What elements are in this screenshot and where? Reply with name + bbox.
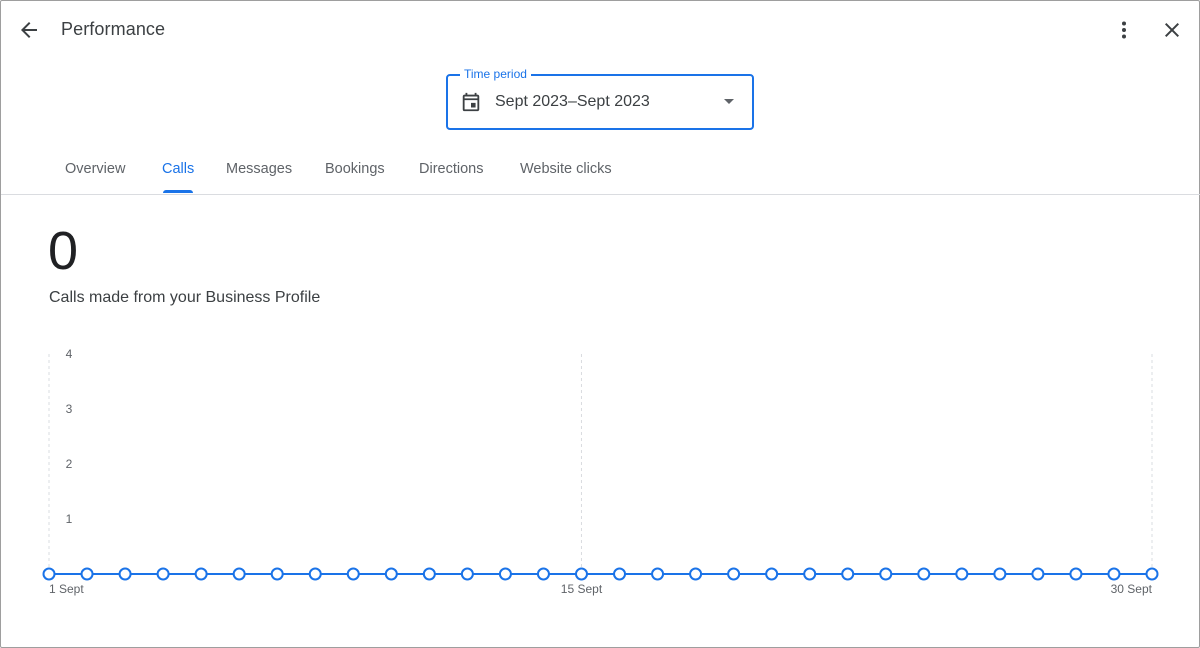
- data-point[interactable]: [879, 567, 893, 581]
- back-button[interactable]: [11, 12, 47, 48]
- data-point[interactable]: [689, 567, 703, 581]
- tab-website-clicks[interactable]: Website clicks: [520, 161, 612, 193]
- y-tick-label: 1: [66, 512, 73, 526]
- x-tick-label: 30 Sept: [1111, 582, 1153, 596]
- data-point[interactable]: [194, 567, 208, 581]
- data-point[interactable]: [308, 567, 322, 581]
- data-point[interactable]: [727, 567, 741, 581]
- dialog-header: Performance: [1, 1, 1200, 59]
- performance-dialog: Performance Time period Sept 2023–Sept 2…: [0, 0, 1200, 648]
- data-point[interactable]: [993, 567, 1007, 581]
- data-point[interactable]: [346, 567, 360, 581]
- y-tick-label: 2: [66, 457, 73, 471]
- data-point[interactable]: [156, 567, 170, 581]
- close-button[interactable]: [1154, 12, 1190, 48]
- data-point[interactable]: [118, 567, 132, 581]
- metric-tabs: Overview Calls Messages Bookings Directi…: [1, 149, 1200, 195]
- data-point[interactable]: [232, 567, 246, 581]
- calls-caption: Calls made from your Business Profile: [49, 289, 321, 306]
- tab-calls[interactable]: Calls: [162, 161, 194, 193]
- data-point[interactable]: [422, 567, 436, 581]
- tab-directions[interactable]: Directions: [419, 161, 483, 193]
- more-vert-icon: [1122, 21, 1126, 39]
- y-tick-label: 3: [66, 402, 73, 416]
- data-point[interactable]: [651, 567, 665, 581]
- data-point[interactable]: [765, 567, 779, 581]
- y-tick-label: 4: [66, 347, 73, 361]
- data-point[interactable]: [80, 567, 94, 581]
- data-point[interactable]: [1145, 567, 1159, 581]
- x-tick-label: 1 Sept: [49, 582, 84, 596]
- arrow-back-icon: [21, 22, 37, 38]
- data-point[interactable]: [1107, 567, 1121, 581]
- data-point[interactable]: [917, 567, 931, 581]
- tab-bookings[interactable]: Bookings: [325, 161, 385, 193]
- calls-chart: 1 2 3 4 1 Sept 15 Sept 30 Sept: [42, 347, 1159, 596]
- data-point[interactable]: [42, 567, 56, 581]
- tab-messages[interactable]: Messages: [226, 161, 292, 193]
- data-point[interactable]: [270, 567, 284, 581]
- data-point[interactable]: [841, 567, 855, 581]
- data-point[interactable]: [384, 567, 398, 581]
- data-point[interactable]: [536, 567, 550, 581]
- dropdown-arrow-icon: [724, 99, 734, 104]
- tab-overview[interactable]: Overview: [65, 161, 125, 193]
- x-tick-label: 15 Sept: [561, 582, 603, 596]
- data-point[interactable]: [460, 567, 474, 581]
- calls-total: 0: [48, 221, 79, 281]
- time-period-select[interactable]: Time period Sept 2023–Sept 2023: [446, 67, 754, 130]
- page-title: Performance: [61, 19, 166, 39]
- time-period-value: Sept 2023–Sept 2023: [495, 93, 650, 110]
- data-point[interactable]: [574, 567, 588, 581]
- close-icon: [1165, 23, 1179, 37]
- time-period-label: Time period: [460, 67, 531, 81]
- data-point[interactable]: [1069, 567, 1083, 581]
- calendar-icon: [462, 92, 480, 112]
- data-point[interactable]: [955, 567, 969, 581]
- data-point[interactable]: [498, 567, 512, 581]
- active-tab-indicator: [163, 190, 193, 193]
- more-options-button[interactable]: [1106, 12, 1142, 48]
- data-point[interactable]: [613, 567, 627, 581]
- data-point[interactable]: [1031, 567, 1045, 581]
- data-point[interactable]: [803, 567, 817, 581]
